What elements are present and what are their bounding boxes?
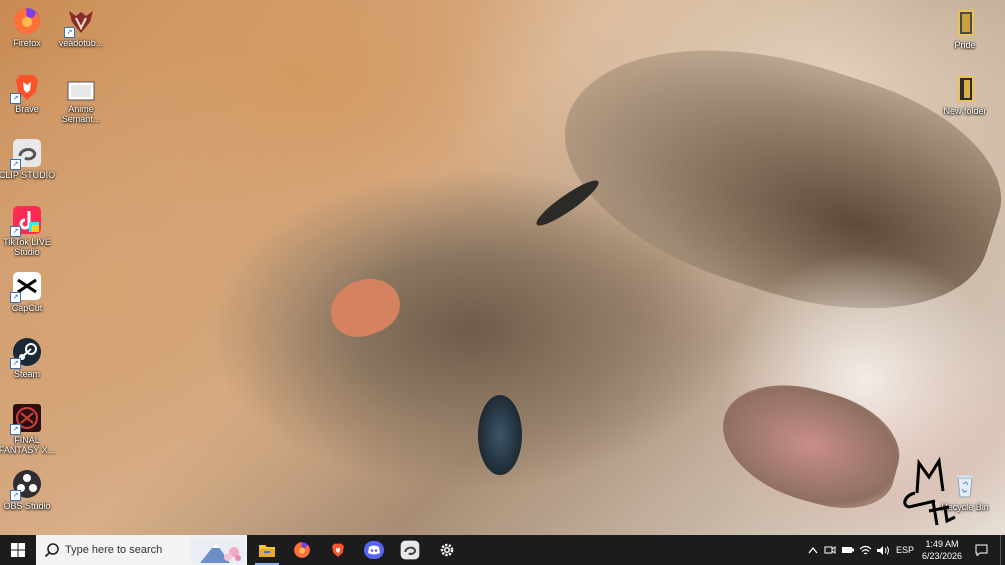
- discord-icon: [364, 541, 384, 559]
- search-icon: [44, 543, 59, 558]
- wallpaper-cat-nose: [322, 269, 408, 346]
- taskbar-clock[interactable]: 1:49 AM 6/23/2026: [918, 538, 966, 562]
- show-desktop-button[interactable]: [1000, 535, 1005, 565]
- desktop-icon-label: CLIP STUDIO: [0, 170, 56, 180]
- battery-icon: [841, 547, 854, 553]
- brave-icon: ↗: [10, 72, 42, 104]
- taskbar-search-box[interactable]: Type here to search: [36, 535, 247, 565]
- taskbar-app-clip-studio[interactable]: [393, 535, 427, 565]
- shortcut-arrow-icon: ↗: [10, 292, 21, 303]
- desktop-icon-final-fantasy[interactable]: ↗ FINAL FANTASY X...: [0, 403, 60, 455]
- tray-wifi[interactable]: [857, 535, 873, 565]
- clip-studio-icon: ↗: [10, 138, 42, 170]
- desktop-icon-label: New folder: [943, 106, 987, 116]
- speaker-icon: [876, 545, 889, 555]
- document-icon: [66, 80, 96, 102]
- veadotube-icon: ↗: [64, 6, 96, 38]
- desktop-icon-steam[interactable]: ↗ Steam: [0, 337, 60, 379]
- desktop-wallpaper: [0, 0, 1005, 535]
- desktop-icon-veadotube[interactable]: ↗ veadotub...: [48, 6, 114, 48]
- camera-icon: [824, 546, 836, 554]
- tray-volume[interactable]: [874, 535, 891, 565]
- chevron-up-icon: [808, 546, 818, 554]
- show-hidden-icons-button[interactable]: [805, 535, 821, 565]
- desktop-icon-new-folder[interactable]: New folder: [932, 74, 998, 116]
- search-highlight-illustration: [190, 537, 245, 563]
- wallpaper-cat-eye: [532, 174, 603, 232]
- desktop-icon-label: Pride: [954, 40, 976, 50]
- windows-icon: [11, 543, 25, 557]
- desktop-icon-label: TikTok LIVE Studio: [3, 237, 51, 257]
- wifi-icon: [859, 545, 871, 554]
- desktop-icon-pride-folder[interactable]: Pride: [932, 8, 998, 50]
- tray-meet-now[interactable]: [822, 535, 838, 565]
- brave-icon: [332, 543, 344, 557]
- folder-icon: [950, 8, 980, 38]
- desktop-icon-label: FINAL FANTASY X...: [0, 435, 56, 455]
- search-placeholder: Type here to search: [65, 544, 163, 556]
- taskbar-app-discord[interactable]: [357, 535, 391, 565]
- desktop-icon-capcut[interactable]: ↗ CapCut: [0, 271, 60, 313]
- notification-icon: [975, 544, 987, 556]
- steam-icon: ↗: [10, 337, 42, 369]
- desktop-icon-anime-semantic[interactable]: Anime Semant...: [48, 80, 114, 124]
- shortcut-arrow-icon: ↗: [10, 226, 21, 237]
- desktop-icon-clip-studio[interactable]: ↗ CLIP STUDIO: [0, 138, 60, 180]
- taskbar-app-settings[interactable]: [430, 535, 464, 565]
- desktop-icon-label: Steam: [13, 369, 40, 379]
- shortcut-arrow-icon: ↗: [10, 358, 21, 369]
- cat-doodle-overlay: [895, 455, 965, 535]
- start-button[interactable]: [0, 535, 36, 565]
- clock-time: 1:49 AM: [925, 539, 959, 549]
- tray-battery[interactable]: [839, 535, 856, 565]
- gear-icon: [440, 543, 454, 557]
- shortcut-arrow-icon: ↗: [10, 159, 21, 170]
- desktop-icon-label: CapCut: [11, 303, 43, 313]
- desktop-icon-label: veadotub...: [58, 38, 104, 48]
- desktop-icon-tiktok-live[interactable]: ↗ TikTok LIVE Studio: [0, 205, 60, 257]
- folder-icon: [950, 74, 980, 104]
- firefox-icon: [294, 542, 310, 558]
- taskbar-app-brave[interactable]: [321, 535, 355, 565]
- capcut-icon: ↗: [10, 271, 42, 303]
- taskbar-app-file-explorer[interactable]: [250, 535, 284, 565]
- shortcut-arrow-icon: ↗: [10, 424, 21, 435]
- clip-studio-icon: [400, 540, 420, 560]
- shortcut-arrow-icon: ↗: [10, 93, 21, 104]
- tray-input-language[interactable]: ESP: [893, 535, 917, 565]
- taskbar: Type here to search ESP 1:49 AM 6/23/202…: [0, 535, 1005, 565]
- shortcut-arrow-icon: ↗: [64, 27, 75, 38]
- action-center-button[interactable]: [972, 535, 990, 565]
- desktop-icon-obs-studio[interactable]: ↗ OBS Studio: [0, 469, 60, 511]
- firefox-icon: [12, 6, 42, 36]
- folder-icon: [259, 545, 275, 557]
- clock-date: 6/23/2026: [921, 551, 963, 561]
- final-fantasy-icon: ↗: [10, 403, 42, 435]
- tiktok-live-icon: ↗: [10, 205, 42, 237]
- desktop-icon-label: OBS Studio: [3, 501, 51, 511]
- taskbar-app-firefox[interactable]: [285, 535, 319, 565]
- obs-studio-icon: ↗: [10, 469, 42, 501]
- shortcut-arrow-icon: ↗: [10, 490, 21, 501]
- wallpaper-cat-eye: [478, 395, 522, 475]
- desktop-icon-label: Anime Semant...: [61, 104, 101, 124]
